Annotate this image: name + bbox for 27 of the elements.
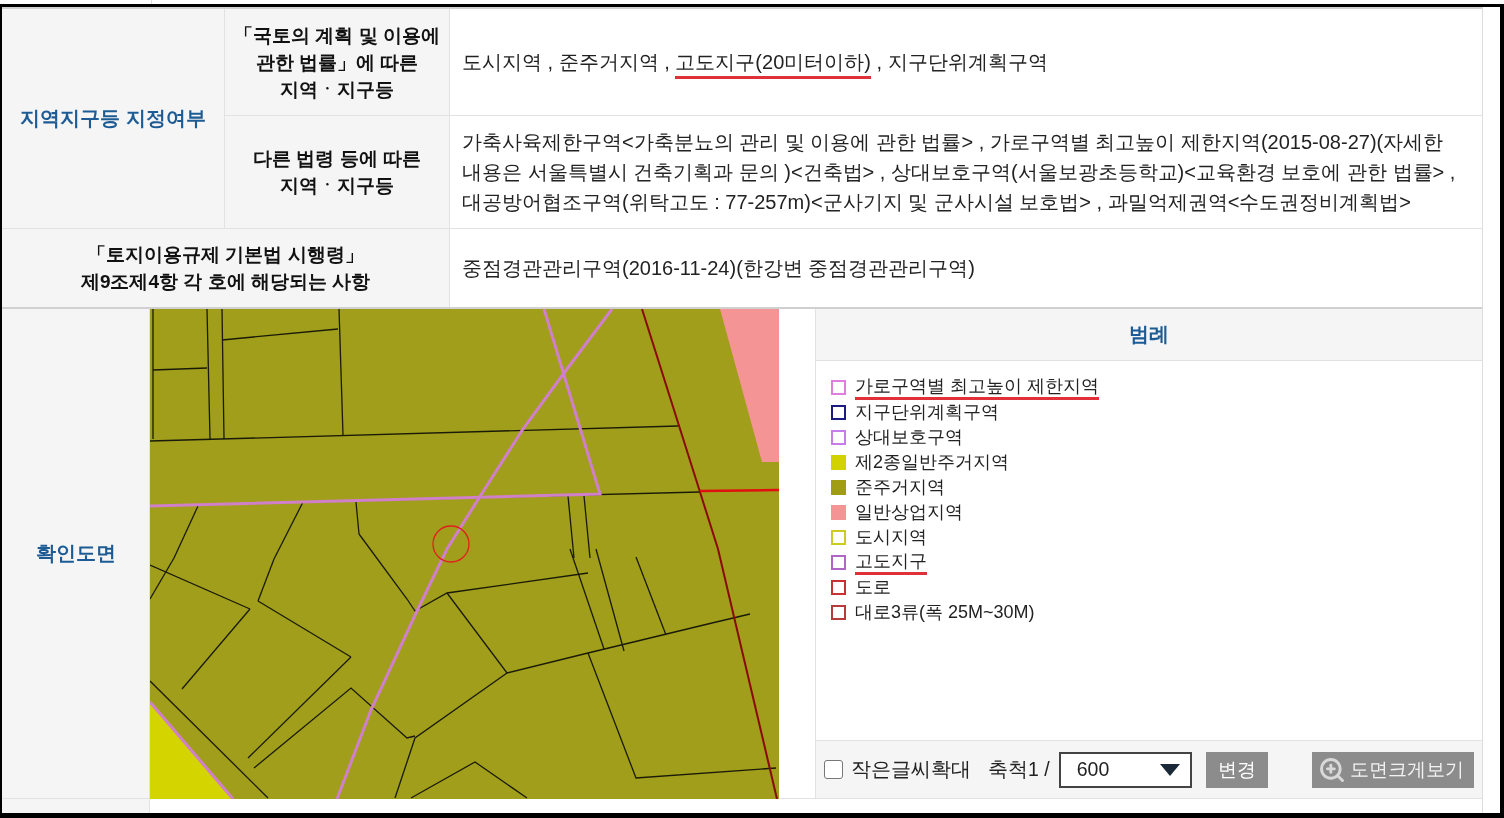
legend-label: 도로 bbox=[855, 577, 891, 598]
caret-icon bbox=[1159, 763, 1180, 776]
enlarge-map-button[interactable]: 도면크게보기 bbox=[1312, 751, 1474, 788]
row-label: 「국토의 계획 및 이용에 관한 법률」에 따른 지역ㆍ지구등 bbox=[234, 23, 440, 102]
zone-list-text: 가축사육제한구역<가축분뇨의 관리 및 이용에 관한 법률> , 가로구역별 최고높이 제한지역(2015-08-27)(자세한 내용은 서울특별시 건축기획과 문의 )<건축법> , 상대보호구역(서울보광초등학교)<교육환경 보호에 관한 법률> , 대공방어협조구역(위탁고도 : 77-257m)<군사기지 및 군사시설 보호법> , 과밀억제권역<수도권정비계획법> bbox=[462, 130, 1457, 215]
change-button[interactable]: 변경 bbox=[1205, 751, 1268, 788]
legend-label: 일반상업지역 bbox=[855, 502, 963, 523]
legend-label: 상대보호구역 bbox=[855, 427, 963, 448]
row-heading: 지역지구등 지정여부 bbox=[20, 105, 206, 131]
legend-label: 제2종일반주거지역 bbox=[855, 452, 1009, 473]
legend-label: 준주거지역 bbox=[855, 477, 945, 498]
scale-select[interactable]: 600 bbox=[1058, 751, 1192, 788]
legend-label: 지구단위계획구역 bbox=[855, 402, 999, 423]
zoom-in-icon bbox=[1318, 755, 1346, 784]
row-heading: 확인도면 bbox=[35, 540, 116, 566]
scale-label: 축척1 / bbox=[988, 756, 1050, 782]
row-label: 다른 법령 등에 따른 지역ㆍ지구등 bbox=[253, 147, 421, 198]
legend-label: 대로3류(폭 25M~30M) bbox=[855, 602, 1035, 623]
legend-title: 범례 bbox=[1129, 321, 1169, 347]
legend-label: 고도지구 bbox=[855, 550, 927, 575]
checkbox-label: 작은글씨확대 bbox=[851, 756, 971, 782]
legend-label: 도시지역 bbox=[855, 527, 927, 548]
zone-text: 중점경관관리구역(2016-11-24)(한강변 중점경관관리구역) bbox=[462, 256, 976, 281]
zone-list-text: 도시지역 , 준주거지역 , 고도지구(20미터이하) , 지구단위계획구역 bbox=[462, 47, 1048, 77]
row-label: 「토지이용규제 기본법 시행령」 제9조제4항 각 호에 해당되는 사항 bbox=[80, 243, 371, 294]
legend-label: 가로구역별 최고높이 제한지역 bbox=[855, 375, 1099, 400]
checkbox[interactable] bbox=[824, 760, 843, 779]
